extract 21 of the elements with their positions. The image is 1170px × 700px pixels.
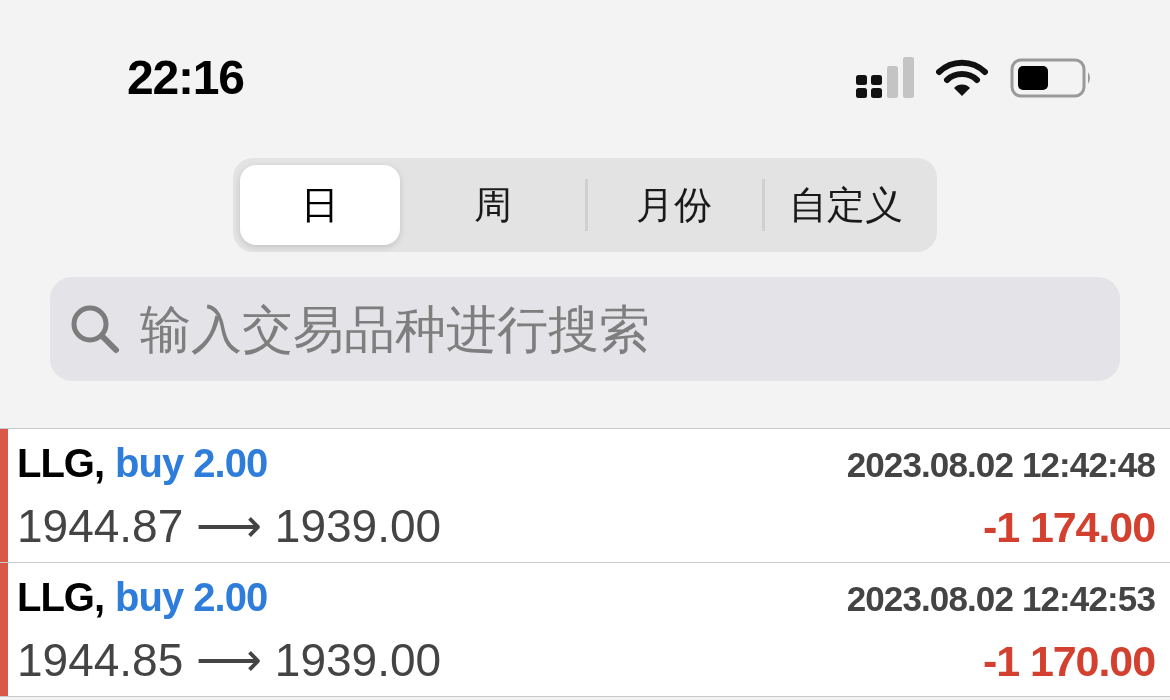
status-time: 22:16 <box>127 54 244 102</box>
trade-time: 2023.08.02 12:42:53 <box>846 580 1155 616</box>
segment-tab[interactable]: 周 <box>400 165 585 245</box>
order-side-label: buy 2.00 <box>115 442 268 483</box>
wifi-icon <box>936 59 988 97</box>
symbol-label: LLG, <box>17 442 105 483</box>
segment-tab[interactable]: 自定义 <box>762 165 930 245</box>
signal-icon <box>856 57 914 99</box>
segment-tab[interactable]: 日 <box>240 165 400 245</box>
symbol-label: LLG, <box>17 576 105 617</box>
profit-value: -1 170.00 <box>982 639 1155 683</box>
trade-time: 2023.08.02 12:42:48 <box>846 446 1155 482</box>
profit-value: -1 174.00 <box>982 505 1155 549</box>
price-range: 1944.87 ⟶ 1939.00 <box>17 502 442 549</box>
price-range: 1944.85 ⟶ 1939.00 <box>17 636 442 683</box>
battery-icon <box>1010 58 1092 98</box>
trade-row[interactable]: LLG, buy 2.00 2023.08.02 12:42:53 1944.85 ⟶ 1939.00 -1 170.00 <box>0 563 1170 697</box>
trade-row[interactable]: LLG, buy 2.00 2023.08.02 12:42:48 1944.87 ⟶ 1939.00 -1 174.00 <box>0 429 1170 563</box>
search-field[interactable]: 输入交易品种进行搜索 <box>50 277 1120 381</box>
order-side-label: buy 2.00 <box>115 576 268 617</box>
segment-tab[interactable]: 月份 <box>585 165 762 245</box>
